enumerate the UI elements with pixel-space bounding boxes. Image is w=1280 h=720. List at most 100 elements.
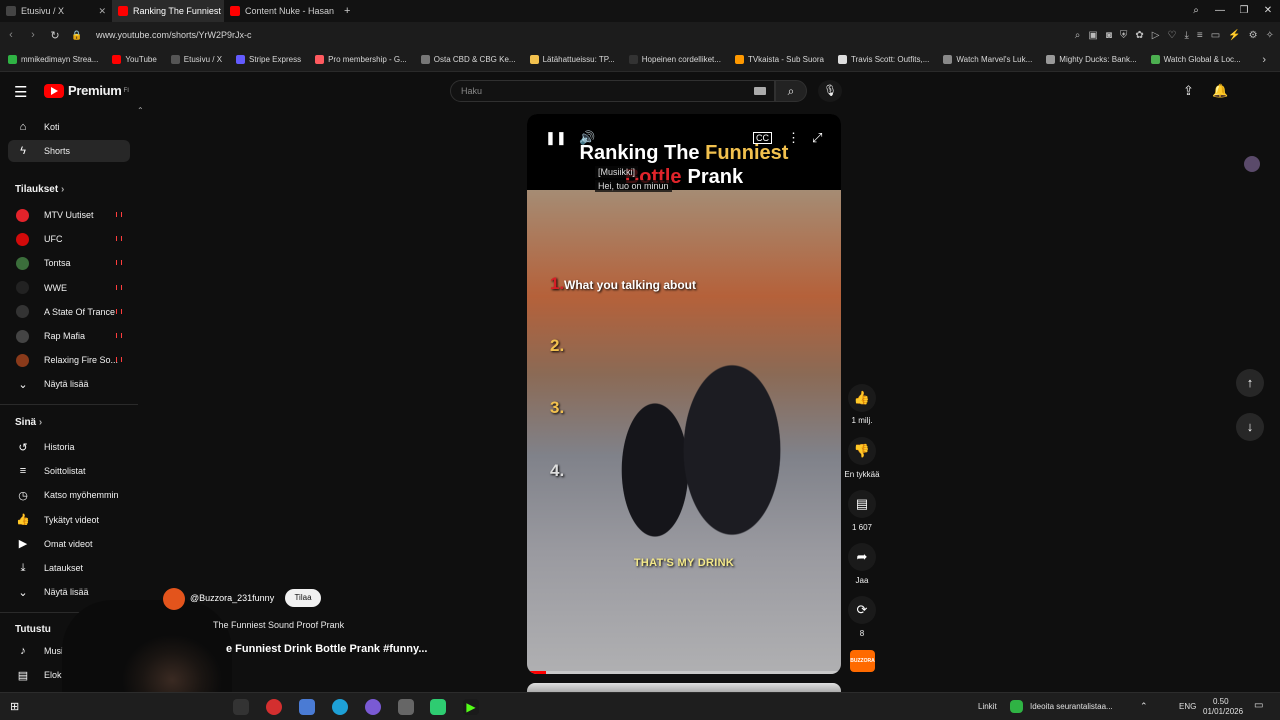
sidebar-item-shorts[interactable]: ϟ Shorts [8,140,130,162]
sidebar-item-you[interactable]: ↺ Historia [8,436,130,458]
restore-icon[interactable]: ❐ [1232,0,1256,22]
bookmarks-overflow-icon[interactable]: › [1262,54,1266,66]
clock-time[interactable]: 0.50 [1213,697,1229,706]
bookmark-item[interactable]: Etusivu / X [170,55,222,64]
bookmark-item[interactable]: YouTube [112,55,157,64]
bookmark-item[interactable]: TVkaista - Sub Suora [734,55,824,64]
ai-icon[interactable]: ✧ [1266,30,1274,41]
search-tabs-icon[interactable]: ⌕ [1184,0,1208,22]
fullscreen-icon[interactable]: ⤢ [812,130,822,146]
next-short-button[interactable]: ↓ [1236,413,1264,441]
close-icon[interactable]: ✕ [98,6,106,17]
dislike-button[interactable]: 👎 [848,437,876,465]
sidebar-section-subscriptions[interactable]: Tilaukset › [15,184,64,195]
youtube-premium-logo[interactable]: Premium FI [44,83,129,98]
previous-short-button[interactable]: ↑ [1236,369,1264,397]
sidebar-section-you[interactable]: Sinä › [15,417,42,428]
sidebar-subscription-item[interactable]: WWE [8,277,130,299]
app-icon[interactable] [299,699,315,715]
channel-avatar[interactable] [163,588,185,610]
download-icon[interactable]: ⤓ [1184,30,1188,41]
sidebar-subscription-item[interactable]: UFC [8,228,130,250]
tray-chevron-icon[interactable]: ⌃ [1140,701,1148,712]
app-icon[interactable] [398,699,414,715]
clock-date[interactable]: 01/01/2026 [1203,707,1243,716]
video-title[interactable]: e Funniest Drink Bottle Prank #funny... [226,643,428,655]
back-icon[interactable]: ‹ [0,29,22,41]
forward-icon[interactable]: › [22,29,44,41]
bookmark-item[interactable]: Pro membership - G... [315,55,407,64]
links-toolbar[interactable]: Linkit [978,702,997,711]
browser-tab-shorts[interactable]: Ranking The Funniest [112,0,224,22]
snapshot-icon[interactable]: ▣ [1088,30,1097,41]
search-input[interactable]: Haku [450,80,775,102]
sidebar-subscription-item[interactable]: Tontsa [8,252,130,274]
sidebar-item-you[interactable]: 👍 Tykätyt videot [8,509,130,531]
new-tab-button[interactable]: + [344,5,350,17]
upload-icon[interactable]: ⇪ [1183,83,1194,99]
app-icon[interactable] [430,699,446,715]
shorts-player[interactable]: Ranking The Funniest Bottle Prank [Musiik… [527,114,841,674]
discord-icon[interactable] [365,699,381,715]
camera-icon[interactable]: ◙ [1106,30,1112,41]
heart-icon[interactable]: ♡ [1168,30,1177,41]
search-icon[interactable]: ⌕ [1075,30,1081,41]
aria-icon[interactable]: ⚡ [1228,30,1240,41]
extension-icon[interactable]: ✿ [1135,30,1143,41]
bookmark-item[interactable]: Lätähattueissu: TP... [529,55,615,64]
more-options-icon[interactable]: ⋮ [787,130,800,146]
taskbar-notification[interactable]: Ideoita seurantalistaa... [1030,702,1113,711]
browser-tab-x[interactable]: Etusivu / X ✕ [0,0,112,22]
start-icon[interactable]: ⊞ [10,700,19,713]
volume-icon[interactable]: 🔊 [579,130,595,146]
reload-icon[interactable]: ↻ [44,29,66,42]
edge-icon[interactable] [332,699,348,715]
notifications-bell-icon[interactable]: 🔔 [1212,83,1228,99]
subscribe-button[interactable]: Tilaa [285,589,321,607]
menu-icon[interactable]: ≡ [1197,30,1203,41]
sidebar-item-you[interactable]: ≡ Soittolistat [8,460,130,482]
sidebar-item-you[interactable]: ⤓ Lataukset [8,557,130,579]
share-button[interactable]: ➦ [848,543,876,571]
minimize-icon[interactable]: — [1208,0,1232,22]
progress-bar[interactable] [527,671,841,674]
kick-icon[interactable]: ▶ [463,699,479,715]
bookmark-item[interactable]: Hopeinen cordelliket... [628,55,721,64]
notification-center-icon[interactable]: ▭ [1254,700,1263,711]
avatar[interactable] [1244,156,1260,172]
bookmark-item[interactable]: Watch Marvel's Luk... [943,55,1032,64]
captions-icon[interactable]: CC [753,132,772,144]
bookmark-item[interactable]: Osta CBD & CBG Ke... [420,55,516,64]
opera-icon[interactable] [266,699,282,715]
pause-icon[interactable]: ❚❚ [545,130,567,146]
bookmark-item[interactable]: Travis Scott: Outfits,... [837,55,929,64]
sidebar-item-koti[interactable]: ⌂ Koti [8,116,130,138]
bookmark-item[interactable]: Watch Global & Loc... [1150,55,1241,64]
task-view-icon[interactable] [233,699,249,715]
keyboard-icon[interactable] [754,87,766,95]
play-icon[interactable]: ▷ [1152,30,1160,41]
settings-icon[interactable]: ⚙ [1249,30,1258,41]
channel-thumbnail[interactable]: BUZZORA [850,650,875,672]
channel-handle[interactable]: @Buzzora_231funny [190,593,274,603]
like-button[interactable]: 👍 [848,384,876,412]
remix-button[interactable]: ⟳ [848,596,876,624]
wallet-icon[interactable]: ▭ [1211,30,1220,41]
bookmark-item[interactable]: mmikedimayn Strea... [8,55,98,64]
sidebar-collapse-icon[interactable]: ⌃ [137,106,144,115]
bookmark-item[interactable]: Mighty Ducks: Bank... [1046,55,1137,64]
sidebar-subscription-item[interactable]: MTV Uutiset [8,204,130,226]
close-window-icon[interactable]: ✕ [1256,0,1280,22]
language-indicator[interactable]: ENG [1179,702,1196,711]
comments-button[interactable]: ▤ [848,490,876,518]
hamburger-menu-icon[interactable]: ☰ [14,83,27,101]
voice-search-button[interactable]: 🎙 [818,80,842,102]
sidebar-item-you[interactable]: ◷ Katso myöhemmin [8,484,130,506]
video-sound-title[interactable]: The Funniest Sound Proof Prank [213,620,344,630]
bookmark-item[interactable]: Stripe Express [236,55,301,64]
sidebar-item-you[interactable]: ▶ Omat videot [8,533,130,555]
sidebar-subscription-item[interactable]: Rap Mafia [8,325,130,347]
shield-icon[interactable]: ⛨ [1120,30,1128,41]
sidebar-subscription-item[interactable]: Relaxing Fire So... [8,349,130,371]
sidebar-subscription-item[interactable]: A State Of Trance [8,301,130,323]
